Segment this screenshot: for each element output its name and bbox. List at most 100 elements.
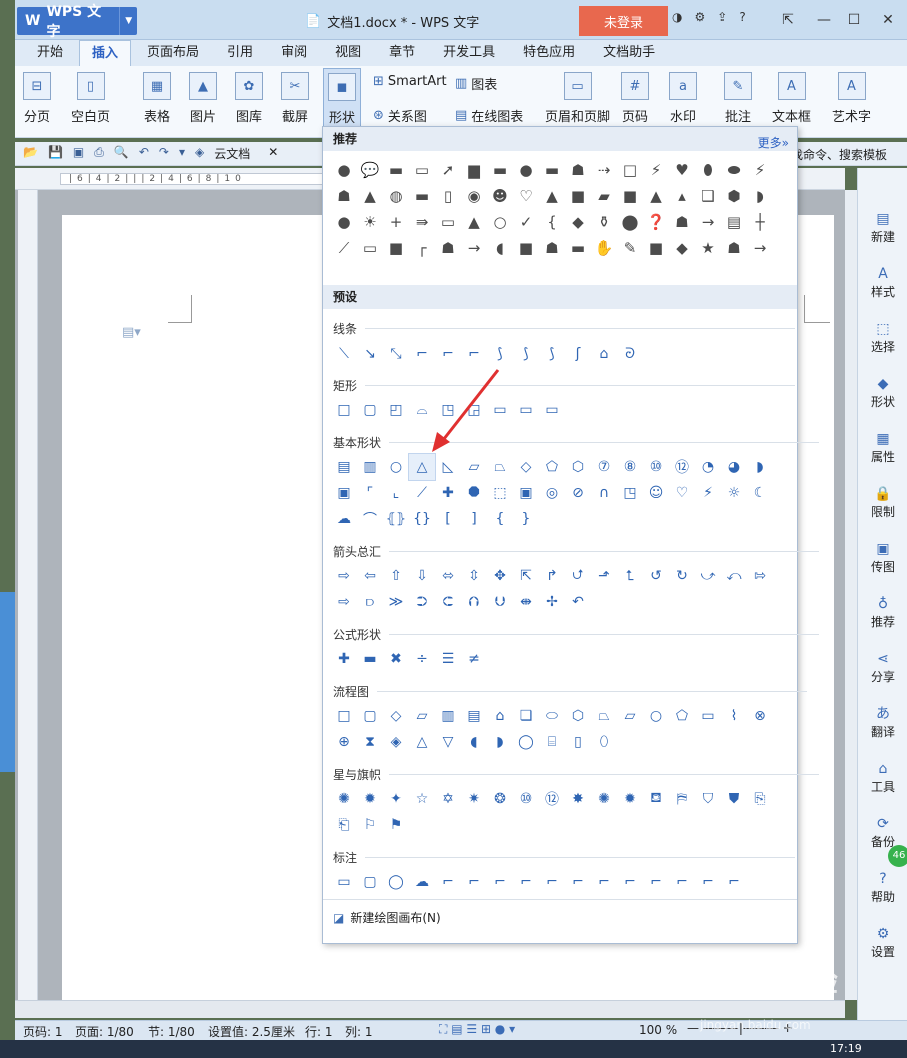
arrow-item[interactable]: ✥	[487, 563, 513, 589]
basic-item[interactable]: ⦃⦄	[383, 506, 409, 532]
tab-start[interactable]: 开始	[25, 40, 75, 66]
basic-item[interactable]: ♡	[669, 480, 695, 506]
export-pdf-icon[interactable]: ▣	[73, 145, 84, 162]
callout-item[interactable]: ⌐	[565, 869, 591, 895]
formula-item[interactable]: ▬	[357, 646, 383, 672]
shape-item[interactable]: ■	[617, 183, 643, 209]
help-icon[interactable]: ?	[739, 10, 745, 24]
arrow-item[interactable]: ⤺	[721, 563, 747, 589]
maximize-button[interactable]: ☐	[842, 8, 866, 32]
tab-assistant[interactable]: 文档助手	[591, 40, 667, 66]
restore-ribbon-icon[interactable]: ⇱	[776, 8, 800, 32]
flow-item[interactable]: ▢	[357, 703, 383, 729]
flow-item[interactable]: ▤	[461, 703, 487, 729]
shape-item[interactable]: ☗	[565, 157, 591, 183]
app-menu-button[interactable]: W WPS 文字 ▼	[17, 4, 137, 40]
rect-item[interactable]: ◰	[383, 397, 409, 423]
basic-item[interactable]: ⑩	[643, 454, 669, 480]
arrow-item[interactable]: ⇧	[383, 563, 409, 589]
page-number-button[interactable]: # 页码	[621, 72, 649, 125]
arrow-item[interactable]: ⇦	[357, 563, 383, 589]
table-button[interactable]: ▦ 表格	[143, 72, 171, 125]
formula-item[interactable]: ✚	[331, 646, 357, 672]
print-icon[interactable]: ⎙	[94, 145, 104, 162]
basic-item[interactable]: ⑫	[669, 454, 695, 480]
arrow-item[interactable]: ⇱	[513, 563, 539, 589]
flow-item[interactable]: ◈	[383, 729, 409, 755]
basic-item[interactable]: ◇	[513, 454, 539, 480]
star-item[interactable]: ⛾	[643, 786, 669, 812]
basic-item[interactable]: ⏢	[487, 454, 513, 480]
star-item[interactable]: ⎗	[331, 812, 357, 838]
shape-item[interactable]: ▭	[357, 235, 383, 261]
basic-item[interactable]: {	[487, 506, 513, 532]
shape-item[interactable]: ☗	[669, 209, 695, 235]
shape-item[interactable]: ➚	[435, 157, 461, 183]
formula-item[interactable]: ☰	[435, 646, 461, 672]
shape-item[interactable]: ▬	[383, 157, 409, 183]
tab-developer[interactable]: 开发工具	[431, 40, 507, 66]
arrow-item[interactable]: ⇰	[747, 563, 773, 589]
horizontal-scrollbar[interactable]	[15, 1000, 845, 1018]
star-item[interactable]: ⛿	[669, 786, 695, 812]
flow-item[interactable]: ⬯	[591, 729, 617, 755]
arrow-item[interactable]: ⬏	[591, 563, 617, 589]
basic-item[interactable]: ◎	[539, 480, 565, 506]
callout-item[interactable]: ⌐	[643, 869, 669, 895]
basic-item[interactable]: ]	[461, 506, 487, 532]
flow-item[interactable]: ◇	[383, 703, 409, 729]
line-item[interactable]: ⟆	[513, 341, 539, 367]
callout-item[interactable]: ⌐	[617, 869, 643, 895]
basic-item[interactable]: [	[435, 506, 461, 532]
shape-item[interactable]: ☗	[435, 235, 461, 261]
minimize-button[interactable]: —	[812, 8, 836, 32]
shape-item[interactable]: ⬬	[721, 157, 747, 183]
shape-item[interactable]: ☻	[487, 183, 513, 209]
cloud-doc-button[interactable]: 云文档	[214, 145, 250, 162]
shape-item[interactable]: ▲	[357, 183, 383, 209]
rect-item[interactable]: ▭	[513, 397, 539, 423]
shape-item[interactable]: ▬	[565, 235, 591, 261]
skin-icon[interactable]: ◑	[672, 10, 682, 24]
line-item[interactable]: ↘	[357, 341, 383, 367]
shape-item[interactable]: ✎	[617, 235, 643, 261]
flow-item[interactable]: ⬠	[669, 703, 695, 729]
shape-item[interactable]: ▯	[435, 183, 461, 209]
formula-item[interactable]: ✖	[383, 646, 409, 672]
shape-item[interactable]: ◗	[747, 183, 773, 209]
line-item[interactable]: ⤡	[383, 341, 409, 367]
shape-item[interactable]: ○	[487, 209, 513, 235]
arrow-item[interactable]: ↺	[643, 563, 669, 589]
open-icon[interactable]: 📂	[23, 145, 38, 162]
flow-item[interactable]: ▥	[435, 703, 461, 729]
online-chart-button[interactable]: ▤ 在线图表	[455, 106, 523, 125]
flow-item[interactable]: ○	[643, 703, 669, 729]
arrow-item[interactable]: ⮤	[617, 563, 643, 589]
shape-item[interactable]: ⬮	[695, 157, 721, 183]
tab-chapter[interactable]: 章节	[377, 40, 427, 66]
shape-item[interactable]: ▰	[591, 183, 617, 209]
screenshot-button[interactable]: ✂ 截屏	[281, 72, 309, 125]
flow-item[interactable]: ⏢	[591, 703, 617, 729]
callout-item[interactable]: ☁	[409, 869, 435, 895]
callout-item[interactable]: ▢	[357, 869, 383, 895]
arrow-item[interactable]: ⇳	[461, 563, 487, 589]
panel-tools[interactable]: ⌂ 工具	[858, 760, 907, 795]
callout-item[interactable]: ⌐	[695, 869, 721, 895]
vertical-scrollbar[interactable]	[845, 190, 857, 1000]
callout-item[interactable]: ⌐	[721, 869, 747, 895]
flow-item[interactable]: ▽	[435, 729, 461, 755]
chevron-down-icon[interactable]: ▼	[119, 7, 137, 35]
callout-item[interactable]: ⌐	[435, 869, 461, 895]
rect-item[interactable]: □	[331, 397, 357, 423]
shape-item[interactable]: ▴	[669, 183, 695, 209]
flow-item[interactable]: ▯	[565, 729, 591, 755]
flow-item[interactable]: ◖	[461, 729, 487, 755]
flow-item[interactable]: ⬡	[565, 703, 591, 729]
basic-item[interactable]: ⟋	[409, 480, 435, 506]
command-search[interactable]: 找命令、搜索模板	[791, 146, 887, 163]
basic-item[interactable]: ⬠	[539, 454, 565, 480]
chevron-down-icon[interactable]: ▾	[179, 145, 185, 162]
shape-item[interactable]: ▲	[643, 183, 669, 209]
tab-review[interactable]: 审阅	[269, 40, 319, 66]
